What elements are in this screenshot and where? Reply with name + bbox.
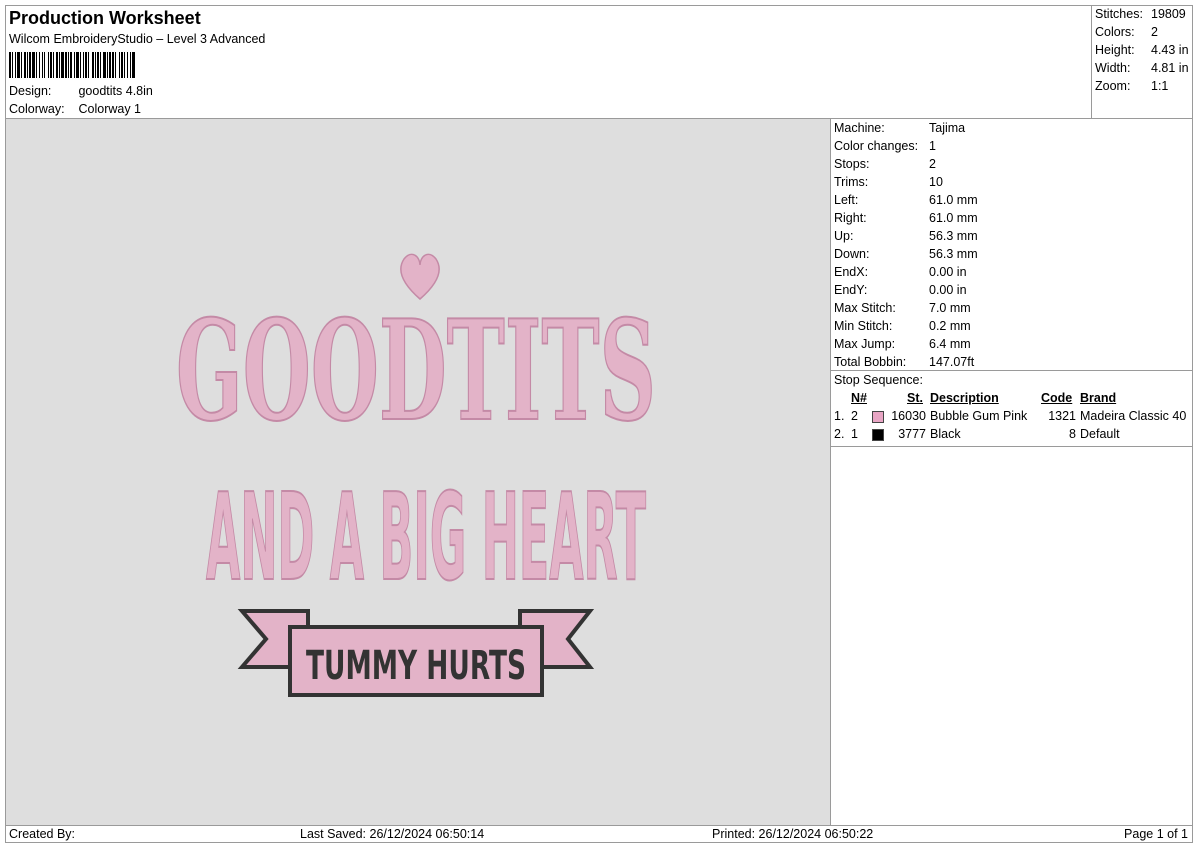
- colorway-value: Colorway 1: [78, 102, 142, 116]
- worksheet: Production Worksheet Wilcom EmbroiderySt…: [5, 5, 1193, 843]
- design-text-line2: AND A BIG HEART: [206, 469, 646, 608]
- barcode-icon: [9, 52, 135, 78]
- last-saved: Last Saved: 26/12/2024 06:50:14: [300, 827, 485, 841]
- colorway-row: Colorway: Colorway 1: [9, 102, 141, 116]
- machine-row: Right: 61.0 mm: [834, 211, 978, 225]
- machine-row: Trims: 10: [834, 175, 943, 189]
- summary-row: Height: 4.43 in: [1095, 43, 1189, 57]
- color-swatch: [872, 429, 884, 441]
- design-preview: GOODTITS AND A BIG HEART TUMMY HURTS: [6, 119, 831, 825]
- summary-panel: Stitches: 19809 Colors: 2 Height: 4.43 in W…: [1092, 6, 1192, 119]
- color-swatch: [872, 411, 884, 423]
- machine-row: Left: 61.0 mm: [834, 193, 978, 207]
- machine-row: Max Stitch: 7.0 mm: [834, 301, 971, 315]
- page-number: Page 1 of 1: [1124, 827, 1188, 841]
- col-brand: Brand: [1080, 391, 1117, 405]
- stop-row: 1. 2 16030 Bubble Gum Pink 1321 Madeira …: [834, 409, 1187, 423]
- machine-row: EndX: 0.00 in: [834, 265, 967, 279]
- machine-row: Machine: Tajima: [834, 121, 966, 135]
- col-st: St.: [907, 391, 923, 405]
- machine-row: Stops: 2: [834, 157, 936, 171]
- summary-row: Colors: 2: [1095, 25, 1158, 39]
- embroidery-artwork: GOODTITS AND A BIG HEART TUMMY HURTS: [175, 253, 657, 697]
- page-title: Production Worksheet: [9, 8, 201, 28]
- machine-panel: Machine: Tajima Color changes: 1 Stops: 2 Trim…: [831, 119, 1192, 371]
- summary-row: Width: 4.81 in: [1095, 61, 1189, 75]
- design-row: Design: goodtits 4.8in: [9, 84, 153, 98]
- design-text-line1: GOODTITS: [176, 289, 656, 452]
- summary-row: Stitches: 19809: [1095, 7, 1186, 21]
- stop-sequence-header: N# St. Description Code Brand: [831, 391, 1192, 407]
- created-by: Created By:: [9, 827, 76, 841]
- summary-row: Zoom: 1:1: [1095, 79, 1169, 93]
- stop-row: 2. 1 3777 Black 8 Default: [834, 427, 1120, 441]
- software-name: Wilcom EmbroideryStudio – Level 3 Advanc…: [9, 32, 266, 46]
- banner-text: TUMMY HURTS: [306, 643, 526, 689]
- col-description: Description: [930, 391, 999, 405]
- col-n: N#: [851, 391, 867, 405]
- printed-date: Printed: 26/12/2024 06:50:22: [712, 827, 874, 841]
- machine-row: EndY: 0.00 in: [834, 283, 967, 297]
- col-code: Code: [1041, 391, 1073, 405]
- stop-sequence-panel: Stop Sequence: N# St. Description Code B…: [831, 371, 1192, 447]
- design-label: Design:: [9, 84, 52, 98]
- machine-row: Color changes: 1: [834, 139, 936, 153]
- worksheet-header: Production Worksheet Wilcom EmbroiderySt…: [6, 6, 1092, 119]
- machine-row: Max Jump: 6.4 mm: [834, 337, 971, 351]
- machine-row: Up: 56.3 mm: [834, 229, 978, 243]
- footer: Created By: Last Saved: 26/12/2024 06:50…: [6, 825, 1192, 843]
- colorway-label: Colorway:: [9, 102, 65, 116]
- machine-row: Total Bobbin: 147.07ft: [834, 355, 975, 369]
- stop-sequence-label: Stop Sequence:: [834, 373, 923, 387]
- machine-row: Min Stitch: 0.2 mm: [834, 319, 971, 333]
- machine-row: Down: 56.3 mm: [834, 247, 978, 261]
- design-value: goodtits 4.8in: [78, 84, 153, 98]
